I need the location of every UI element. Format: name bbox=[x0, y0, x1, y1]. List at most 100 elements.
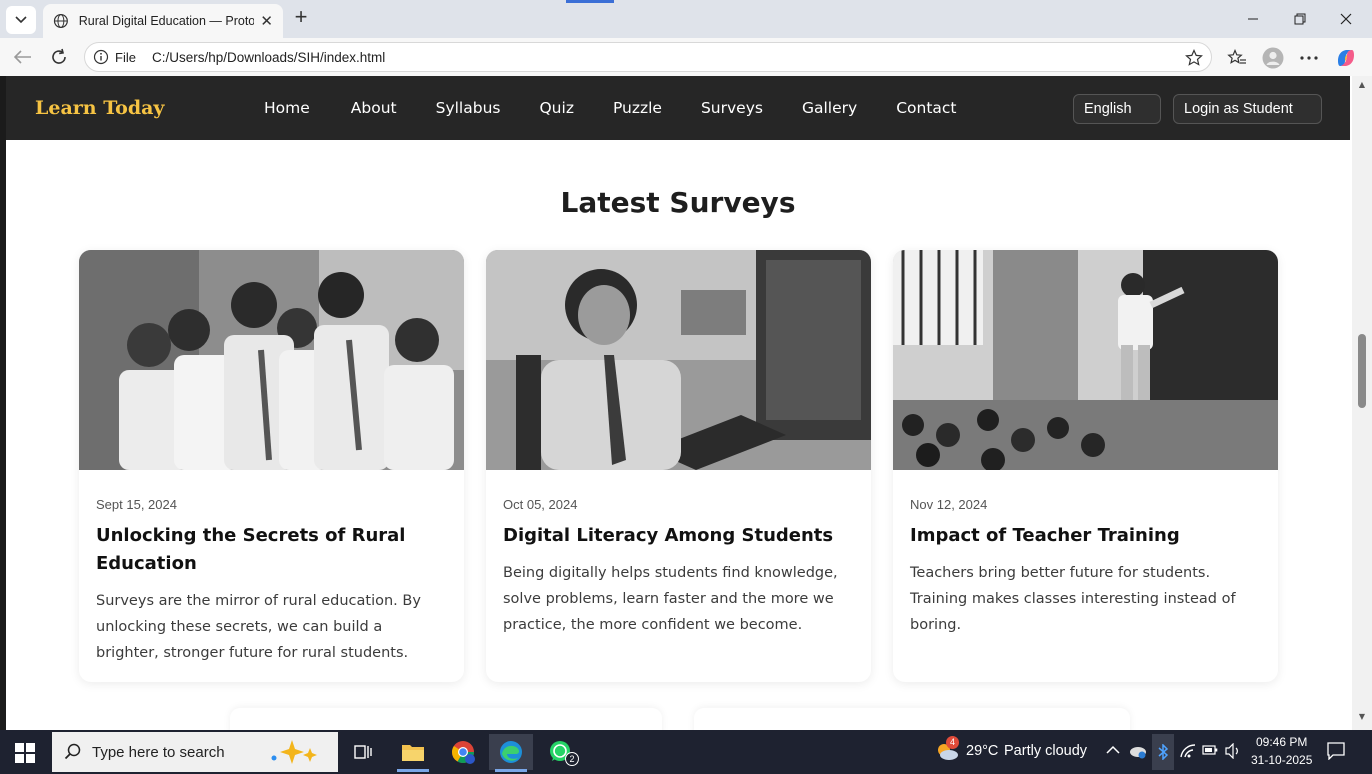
wifi-icon[interactable] bbox=[1180, 744, 1196, 758]
taskbar-file-explorer[interactable] bbox=[391, 734, 435, 772]
window-accent-bar bbox=[566, 0, 614, 3]
restore-button[interactable] bbox=[1285, 8, 1315, 30]
survey-card[interactable]: Nov 12, 2024 Impact of Teacher Training … bbox=[893, 250, 1278, 682]
card-text: Being digitally helps students find know… bbox=[503, 565, 838, 633]
new-tab-button[interactable]: + bbox=[290, 6, 312, 30]
taskbar-whatsapp[interactable]: 2 bbox=[539, 734, 583, 770]
clock-date[interactable]: 31-10-2025 bbox=[1251, 753, 1312, 767]
url-text[interactable]: C:/Users/hp/Downloads/SIH/index.html bbox=[152, 50, 385, 65]
edge-icon bbox=[500, 741, 522, 763]
scrollbar-thumb[interactable] bbox=[1358, 334, 1366, 408]
next-row-card[interactable] bbox=[230, 708, 662, 730]
sparkle-icon bbox=[271, 740, 317, 764]
chrome-icon bbox=[452, 741, 475, 764]
chevron-down-icon bbox=[15, 16, 27, 24]
windows-taskbar: Type here to search 2 4 29°C Partly clou… bbox=[0, 730, 1372, 774]
active-app-indicator bbox=[397, 769, 429, 772]
nav-link-contact[interactable]: Contact bbox=[896, 99, 956, 117]
task-view-button[interactable] bbox=[341, 734, 385, 770]
nav-link-syllabus[interactable]: Syllabus bbox=[436, 99, 501, 117]
settings-more-button[interactable] bbox=[1298, 47, 1320, 69]
site-navbar: Learn Today Home About Syllabus Quiz Puz… bbox=[6, 76, 1350, 140]
card-photo-students-group bbox=[79, 250, 464, 470]
clock-time[interactable]: 09:46 PM bbox=[1256, 735, 1307, 749]
favorites-button[interactable] bbox=[1226, 47, 1248, 69]
nav-link-puzzle[interactable]: Puzzle bbox=[613, 99, 662, 117]
weather-badge: 4 bbox=[946, 736, 959, 749]
card-text: Teachers bring better future for student… bbox=[910, 565, 1236, 633]
reload-button[interactable] bbox=[48, 46, 70, 68]
site-info-chip[interactable]: File bbox=[115, 50, 136, 65]
card-photo-teacher-classroom bbox=[893, 250, 1278, 470]
survey-card[interactable]: Sept 15, 2024 Unlocking the Secrets of R… bbox=[79, 250, 464, 682]
taskbar-search-box[interactable]: Type here to search bbox=[52, 732, 338, 772]
battery-icon[interactable] bbox=[1202, 745, 1218, 755]
card-title[interactable]: Digital Literacy Among Students bbox=[503, 522, 853, 550]
close-window-button[interactable] bbox=[1331, 8, 1361, 30]
favorites-icon bbox=[1227, 49, 1246, 64]
card-date: Nov 12, 2024 bbox=[910, 497, 988, 512]
nav-link-surveys[interactable]: Surveys bbox=[701, 99, 763, 117]
tab-actions-menu-button[interactable] bbox=[6, 6, 36, 34]
login-button[interactable]: Login as Student bbox=[1173, 94, 1322, 124]
minimize-icon bbox=[1248, 18, 1258, 20]
weather-temperature[interactable]: 29°C bbox=[966, 743, 998, 759]
copilot-button[interactable] bbox=[1335, 47, 1357, 69]
close-icon bbox=[1340, 13, 1352, 25]
tab-title: Rural Digital Education — Prototy bbox=[78, 14, 255, 28]
nav-link-about[interactable]: About bbox=[351, 99, 397, 117]
scroll-down-arrow-icon[interactable]: ▼ bbox=[1357, 712, 1367, 721]
star-icon[interactable] bbox=[1185, 49, 1203, 67]
arrow-left-icon bbox=[14, 50, 31, 64]
page-viewport: Learn Today Home About Syllabus Quiz Puz… bbox=[0, 76, 1372, 730]
weather-description[interactable]: Partly cloudy bbox=[1004, 743, 1087, 759]
card-title[interactable]: Unlocking the Secrets of Rural Education bbox=[96, 522, 446, 578]
nav-link-gallery[interactable]: Gallery bbox=[802, 99, 857, 117]
bluetooth-tray-button[interactable] bbox=[1152, 734, 1174, 770]
scroll-up-arrow-icon[interactable]: ▲ bbox=[1357, 80, 1367, 89]
next-row-card[interactable] bbox=[694, 708, 1130, 730]
nav-link-home[interactable]: Home bbox=[264, 99, 310, 117]
onedrive-icon[interactable] bbox=[1128, 743, 1148, 759]
speaker-icon[interactable] bbox=[1224, 743, 1242, 759]
active-app-indicator bbox=[495, 769, 527, 772]
site-logo[interactable]: Learn Today bbox=[35, 97, 164, 119]
card-date: Sept 15, 2024 bbox=[96, 497, 177, 512]
site-menu: Home About Syllabus Quiz Puzzle Surveys … bbox=[264, 76, 968, 140]
taskbar-edge[interactable] bbox=[489, 734, 533, 772]
bluetooth-icon bbox=[1158, 744, 1169, 760]
task-view-icon bbox=[354, 745, 372, 759]
section-title: Latest Surveys bbox=[560, 186, 796, 219]
avatar-icon bbox=[1262, 47, 1284, 69]
info-icon[interactable] bbox=[93, 49, 109, 65]
card-date: Oct 05, 2024 bbox=[503, 497, 578, 512]
notification-badge: 2 bbox=[565, 752, 579, 766]
close-tab-icon[interactable]: ✕ bbox=[260, 12, 273, 30]
profile-button[interactable] bbox=[1262, 47, 1284, 69]
restore-icon bbox=[1294, 13, 1306, 25]
address-bar[interactable]: File C:/Users/hp/Downloads/SIH/index.htm… bbox=[84, 42, 1212, 72]
browser-tab-bar: Rural Digital Education — Prototy ✕ + bbox=[0, 0, 1372, 38]
browser-toolbar: File C:/Users/hp/Downloads/SIH/index.htm… bbox=[0, 38, 1372, 76]
copilot-icon bbox=[1338, 50, 1354, 66]
chevron-up-icon[interactable] bbox=[1106, 745, 1120, 755]
back-button[interactable] bbox=[12, 46, 34, 68]
taskbar-chrome[interactable] bbox=[441, 734, 485, 770]
globe-icon bbox=[53, 13, 68, 29]
nav-link-quiz[interactable]: Quiz bbox=[539, 99, 573, 117]
card-photo-girl-at-computer bbox=[486, 250, 871, 470]
card-title[interactable]: Impact of Teacher Training bbox=[910, 522, 1260, 550]
search-icon bbox=[64, 743, 81, 760]
notification-center-icon[interactable] bbox=[1327, 742, 1345, 760]
survey-card[interactable]: Oct 05, 2024 Digital Literacy Among Stud… bbox=[486, 250, 871, 682]
active-tab[interactable]: Rural Digital Education — Prototy ✕ bbox=[43, 4, 283, 38]
search-placeholder: Type here to search bbox=[92, 743, 225, 761]
refresh-icon bbox=[52, 48, 66, 64]
folder-icon bbox=[402, 745, 424, 761]
language-select[interactable]: English bbox=[1073, 94, 1161, 124]
windows-start-icon[interactable] bbox=[14, 742, 36, 764]
page-scrollbar[interactable]: ▲ ▼ bbox=[1352, 76, 1372, 730]
card-text: Surveys are the mirror of rural educatio… bbox=[96, 593, 421, 661]
more-horizontal-icon bbox=[1300, 56, 1318, 60]
minimize-button[interactable] bbox=[1238, 8, 1268, 30]
